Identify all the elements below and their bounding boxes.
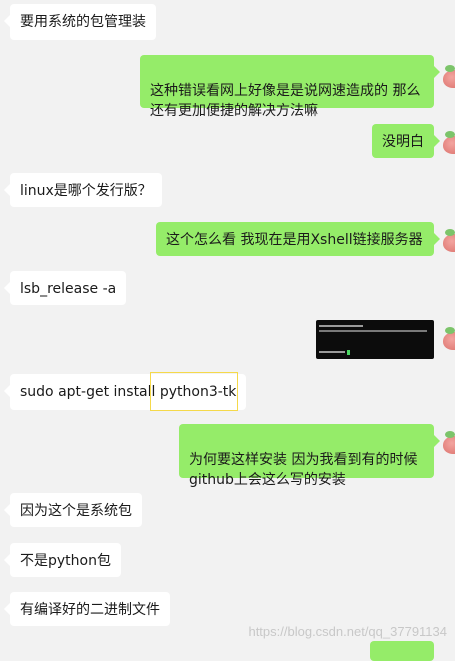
message-bubble-sent: 这种错误看网上好像是是说网速造成的 那么 还有更加便捷的解决方法嘛 — [140, 55, 440, 119]
message-bubble-sent: 这个怎么看 我现在是用Xshell链接服务器 — [156, 222, 440, 256]
message-text: 没明白 — [382, 134, 424, 150]
strawberry-avatar-icon[interactable] — [443, 430, 455, 458]
terminal-screenshot-image[interactable] — [316, 320, 434, 359]
message-text: lsb_release -a — [20, 281, 117, 297]
message-bubble-received: 要用系统的包管理装 — [4, 4, 156, 40]
strawberry-avatar-icon[interactable] — [443, 130, 455, 158]
message-bubble-received: linux是哪个发行版？ — [4, 173, 162, 207]
message-text: 要用系统的包管理装 — [20, 14, 146, 30]
message-bubble-sent: 为何要这样安装 因为我看到有的时候 github上会这么写的安装 — [179, 424, 440, 488]
message-text: 因为这个是系统包 — [20, 503, 132, 519]
message-text: 有编译好的二进制文件 — [20, 602, 160, 618]
message-bubble-sent-partial — [370, 641, 434, 661]
message-bubble-received: 因为这个是系统包 — [4, 493, 142, 527]
message-text: 为何要这样安装 因为我看到有的时候 github上会这么写的安装 — [189, 452, 418, 488]
message-bubble-sent: 没明白 — [372, 124, 440, 158]
message-text: 这个怎么看 我现在是用Xshell链接服务器 — [166, 232, 423, 248]
message-text: 不是python包 — [20, 553, 111, 569]
message-bubble-received: 不是python包 — [4, 543, 121, 577]
text-selection-highlight — [150, 372, 238, 411]
message-text: 这种错误看网上好像是是说网速造成的 那么 还有更加便捷的解决方法嘛 — [150, 83, 421, 119]
strawberry-avatar-icon[interactable] — [443, 228, 455, 256]
message-text: linux是哪个发行版？ — [20, 183, 152, 199]
message-bubble-received: lsb_release -a — [3, 271, 127, 305]
message-bubble-received: 有编译好的二进制文件 — [4, 592, 170, 626]
watermark: https://blog.csdn.net/qq_37791134 — [248, 624, 447, 639]
strawberry-avatar-icon[interactable] — [443, 326, 455, 354]
strawberry-avatar-icon[interactable] — [443, 64, 455, 92]
